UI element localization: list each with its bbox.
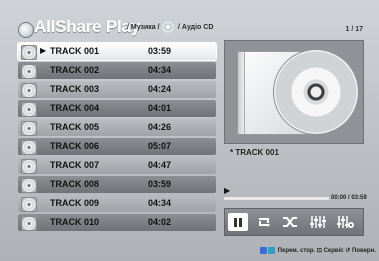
c-key-icon	[268, 247, 275, 254]
return-icon: ↺	[345, 248, 351, 255]
track-list: ▶ TRACK 001 03:59 TRACK 002 04:34 TRACK …	[18, 43, 216, 236]
track-row[interactable]: TRACK 009 04:34	[18, 195, 216, 212]
service-hint: Сервіс	[323, 248, 344, 255]
track-row[interactable]: TRACK 006 05:07	[18, 138, 216, 155]
track-duration: 03:59	[148, 46, 172, 56]
allshare-logo-icon	[18, 22, 34, 38]
cd-disc-image	[273, 49, 359, 135]
page-count: 1 / 17	[345, 26, 363, 33]
track-row[interactable]: TRACK 002 04:34	[18, 62, 216, 79]
track-name: TRACK 004	[50, 103, 100, 113]
breadcrumb-audio-cd[interactable]: / Аудіо CD	[178, 24, 213, 31]
progress-bar[interactable]	[224, 197, 329, 200]
track-duration: 04:26	[148, 122, 172, 132]
footer-help: Перем. стор. ⊡ Сервіс ↺ Поверн.	[260, 247, 376, 254]
equalizer-settings-icon[interactable]	[336, 213, 356, 231]
cd-thumbnail-icon	[21, 83, 37, 98]
track-row[interactable]: TRACK 010 04:02	[18, 214, 216, 231]
album-art	[224, 40, 364, 144]
cd-thumbnail-icon	[21, 121, 37, 136]
track-duration: 05:07	[148, 141, 172, 151]
cd-thumbnail-icon	[21, 102, 37, 117]
track-name: TRACK 006	[50, 141, 100, 151]
app-title: AllShare Play	[34, 17, 141, 36]
equalizer-icon[interactable]	[308, 213, 328, 231]
track-duration: 04:34	[148, 65, 172, 75]
playback-controls	[224, 208, 364, 236]
shuffle-icon[interactable]	[280, 213, 300, 231]
track-duration: 04:34	[148, 198, 172, 208]
cd-thumbnail-icon	[21, 197, 37, 212]
track-row[interactable]: TRACK 004 04:01	[18, 100, 216, 117]
track-name: TRACK 007	[50, 160, 100, 170]
track-row[interactable]: TRACK 005 04:26	[18, 119, 216, 136]
audio-cd-icon	[161, 20, 175, 34]
track-duration: 04:01	[148, 103, 172, 113]
cd-thumbnail-icon	[21, 159, 37, 174]
track-name: TRACK 002	[50, 65, 100, 75]
time-display: 00:00 / 03:59	[331, 195, 367, 201]
track-duration: 04:24	[148, 84, 172, 94]
page-turn-hint: Перем. стор.	[277, 248, 316, 255]
cd-thumbnail-icon	[21, 140, 37, 155]
track-name: TRACK 003	[50, 84, 100, 94]
track-name: TRACK 005	[50, 122, 100, 132]
breadcrumb-music[interactable]: / Музика /	[127, 24, 160, 31]
track-row[interactable]: TRACK 003 04:24	[18, 81, 216, 98]
track-duration: 04:02	[148, 217, 172, 227]
track-name: TRACK 001	[50, 46, 100, 56]
track-duration: 03:59	[148, 179, 172, 189]
track-row[interactable]: TRACK 008 03:59	[18, 176, 216, 193]
tools-icon: ⊡	[316, 248, 322, 255]
header: AllShare Play / Музика / / Аудіо CD 1 / …	[10, 12, 369, 40]
back-hint: Поверн.	[352, 248, 376, 255]
pause-icon[interactable]	[228, 213, 248, 231]
b-key-icon	[260, 247, 267, 254]
play-icon: ▶	[224, 186, 231, 195]
cd-thumbnail-icon	[21, 64, 37, 79]
track-name: TRACK 009	[50, 198, 100, 208]
track-row[interactable]: TRACK 007 04:47	[18, 157, 216, 174]
cd-thumbnail-icon	[21, 216, 37, 231]
track-name: TRACK 010	[50, 217, 100, 227]
now-playing-marker-icon: ▶	[40, 46, 47, 55]
track-row[interactable]: ▶ TRACK 001 03:59	[18, 43, 216, 60]
cd-thumbnail-icon	[21, 178, 37, 193]
track-duration: 04:47	[148, 160, 172, 170]
cd-case-spine	[238, 52, 245, 134]
repeat-icon[interactable]	[254, 213, 274, 231]
cd-thumbnail-icon	[21, 45, 37, 60]
now-playing-title: * TRACK 001	[230, 148, 279, 157]
track-name: TRACK 008	[50, 179, 100, 189]
